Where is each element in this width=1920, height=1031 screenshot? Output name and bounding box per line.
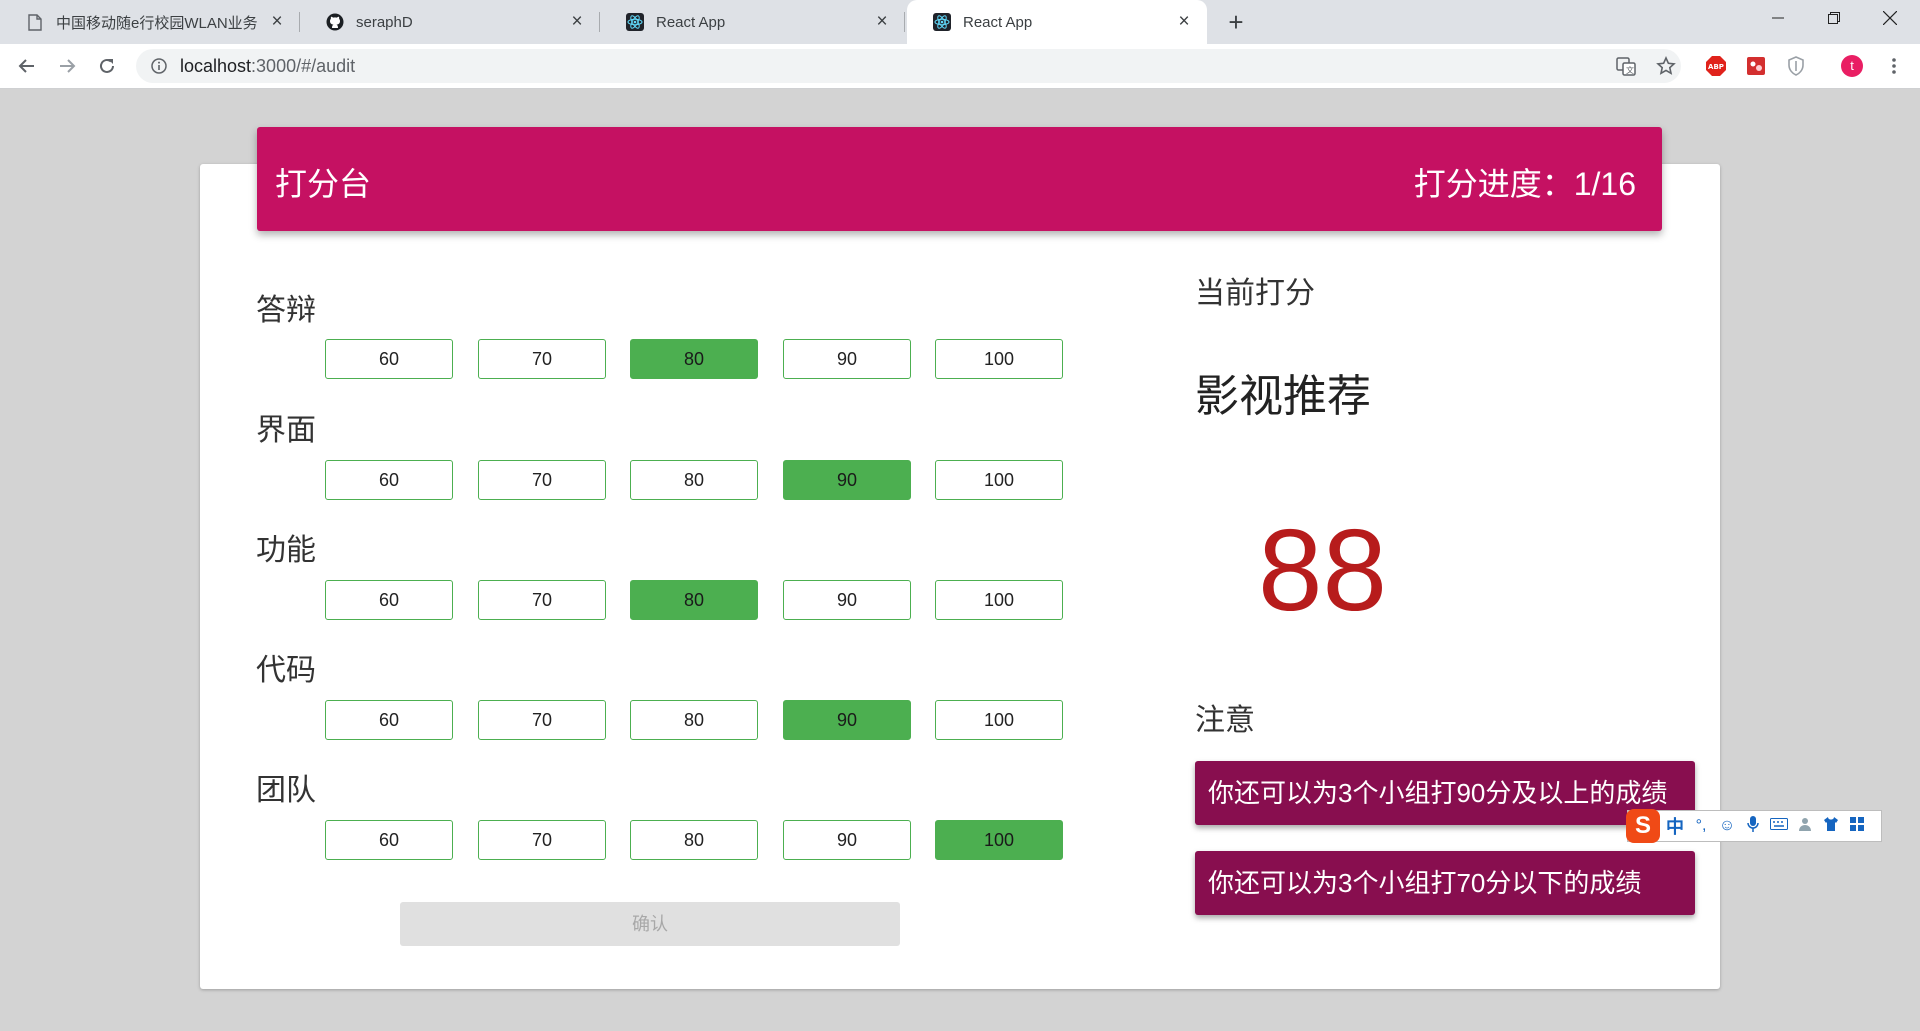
score-option[interactable]: 60 <box>325 339 453 379</box>
score-option[interactable]: 70 <box>478 700 606 740</box>
keyboard-icon[interactable] <box>1770 817 1788 835</box>
sogou-logo-icon[interactable]: S <box>1626 809 1660 843</box>
confirm-button[interactable]: 确认 <box>400 902 900 946</box>
close-icon[interactable]: × <box>568 11 586 32</box>
forward-button[interactable] <box>53 52 81 80</box>
criterion-label: 功能 <box>256 534 316 567</box>
emoji-icon[interactable]: ☺ <box>1718 817 1736 835</box>
notice-heading: 注意 <box>1195 704 1255 737</box>
notice-item: 你还可以为3个小组打90分及以上的成绩 <box>1195 761 1695 825</box>
tab-react-app-active[interactable]: React App × <box>907 0 1207 44</box>
translate-icon[interactable]: 文 <box>1614 54 1638 78</box>
score-option[interactable]: 60 <box>325 580 453 620</box>
github-icon <box>326 13 344 31</box>
score-option[interactable]: 70 <box>478 339 606 379</box>
microphone-icon[interactable] <box>1744 815 1762 837</box>
skin-shirt-icon[interactable] <box>1822 816 1840 837</box>
score-option[interactable]: 90 <box>783 700 911 740</box>
score-option[interactable]: 100 <box>935 700 1063 740</box>
page-title: 打分台 <box>275 166 372 202</box>
close-icon[interactable]: × <box>268 11 286 32</box>
react-icon <box>626 13 644 31</box>
score-option[interactable]: 90 <box>783 460 911 500</box>
address-bar[interactable]: localhost:3000/#/audit <box>136 49 1681 83</box>
project-name: 影视推荐 <box>1195 372 1371 421</box>
score-option[interactable]: 90 <box>783 580 911 620</box>
avatar[interactable]: t <box>1840 54 1864 78</box>
svg-text:ABP: ABP <box>1708 63 1724 71</box>
close-icon[interactable]: × <box>873 11 891 32</box>
adblock-plus-icon[interactable]: ABP <box>1704 54 1728 78</box>
browser-toolbar: localhost:3000/#/audit 文 ABP t <box>0 44 1920 89</box>
new-tab-button[interactable]: + <box>1222 8 1250 36</box>
user-icon[interactable] <box>1796 816 1814 837</box>
url-host: localhost <box>180 55 252 76</box>
score-option[interactable]: 100 <box>935 580 1063 620</box>
score-option[interactable]: 100 <box>935 460 1063 500</box>
url-text: localhost:3000/#/audit <box>180 56 355 77</box>
criterion-label: 界面 <box>256 414 316 447</box>
page-icon <box>26 13 44 31</box>
menu-icon[interactable] <box>1882 54 1906 78</box>
tab-react-app[interactable]: React App × <box>600 0 905 44</box>
current-score-heading: 当前打分 <box>1195 277 1315 310</box>
tab-title: 中国移动随e行校园WLAN业务 <box>56 14 258 32</box>
score-option[interactable]: 70 <box>478 460 606 500</box>
score-option[interactable]: 60 <box>325 700 453 740</box>
info-icon[interactable] <box>150 57 168 75</box>
minimize-button[interactable] <box>1750 0 1806 36</box>
tab-strip: 中国移动随e行校园WLAN业务 × seraphD × React App × … <box>0 0 1920 44</box>
ime-toolbar[interactable]: S 中 °, ☺ <box>1626 809 1882 843</box>
restore-button[interactable] <box>1806 0 1862 36</box>
extension-icon[interactable] <box>1744 54 1768 78</box>
tab-wlan[interactable]: 中国移动随e行校园WLAN业务 × <box>0 0 300 44</box>
score-option[interactable]: 100 <box>935 820 1063 860</box>
back-button[interactable] <box>13 52 41 80</box>
score-option[interactable]: 90 <box>783 339 911 379</box>
ime-mode[interactable]: 中 <box>1666 813 1684 839</box>
page-header: 打分台 打分进度：1/16 <box>257 127 1662 231</box>
profile-initial: t <box>1841 55 1863 77</box>
tab-title: React App <box>656 13 726 31</box>
tab-title: React App <box>963 13 1033 31</box>
score-option[interactable]: 90 <box>783 820 911 860</box>
notice-item: 你还可以为3个小组打70分以下的成绩 <box>1195 851 1695 915</box>
score-option[interactable]: 80 <box>630 700 758 740</box>
criterion-label: 答辩 <box>256 294 316 327</box>
close-icon[interactable]: × <box>1175 11 1193 32</box>
score-option[interactable]: 80 <box>630 580 758 620</box>
shield-icon[interactable] <box>1784 54 1808 78</box>
scoring-progress: 打分进度：1/16 <box>1413 166 1636 202</box>
bookmark-star-icon[interactable] <box>1654 54 1678 78</box>
tab-github[interactable]: seraphD × <box>300 0 600 44</box>
reload-button[interactable] <box>93 52 121 80</box>
toolbox-grid-icon[interactable] <box>1848 816 1866 837</box>
score-option[interactable]: 80 <box>630 820 758 860</box>
svg-text:文: 文 <box>1626 65 1634 75</box>
score-option[interactable]: 80 <box>630 339 758 379</box>
close-window-button[interactable] <box>1862 0 1918 36</box>
tab-title: seraphD <box>356 13 413 31</box>
score-option[interactable]: 100 <box>935 339 1063 379</box>
current-score-value: 88 <box>1258 505 1388 635</box>
ime-punct[interactable]: °, <box>1692 817 1710 835</box>
criterion-label: 团队 <box>256 774 316 807</box>
criterion-label: 代码 <box>256 654 316 687</box>
score-option[interactable]: 80 <box>630 460 758 500</box>
score-option[interactable]: 60 <box>325 820 453 860</box>
score-option[interactable]: 70 <box>478 580 606 620</box>
url-path: :3000/#/audit <box>251 55 356 76</box>
score-option[interactable]: 70 <box>478 820 606 860</box>
react-icon <box>933 13 951 31</box>
score-option[interactable]: 60 <box>325 460 453 500</box>
